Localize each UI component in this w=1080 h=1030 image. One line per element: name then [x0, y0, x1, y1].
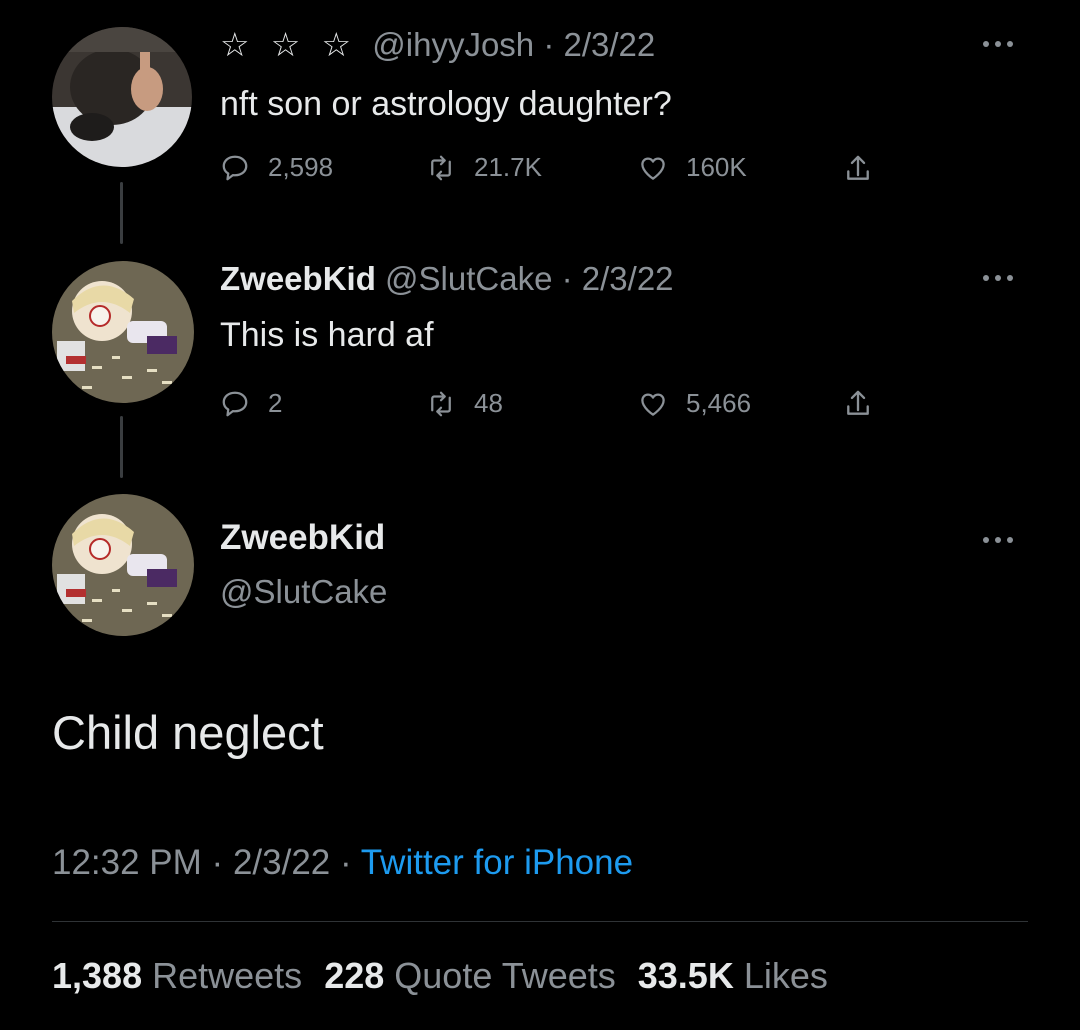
- handle[interactable]: @SlutCake: [385, 260, 552, 297]
- retweets-count: 1,388: [52, 955, 143, 996]
- like-button[interactable]: 160K: [638, 152, 747, 183]
- main-handle[interactable]: @SlutCake: [220, 573, 387, 611]
- retweets-stat[interactable]: 1,388 Retweets: [52, 955, 302, 996]
- avatar-ihyyjosh[interactable]: [52, 27, 192, 167]
- thread-connector: [120, 416, 123, 478]
- main-tweet-text: Child neglect: [52, 706, 324, 759]
- separator-dot: ·: [543, 26, 555, 63]
- retweet-icon: [431, 391, 451, 416]
- reply-count: 2,598: [268, 152, 334, 182]
- likes-stat[interactable]: 33.5K Likes: [638, 955, 828, 996]
- tweet-date[interactable]: 2/3/22: [564, 26, 656, 63]
- retweet-count: 21.7K: [474, 152, 542, 182]
- more-icon[interactable]: [978, 272, 1018, 284]
- divider: [52, 921, 1028, 922]
- avatar-photo: [52, 494, 194, 636]
- tweet-header: ZweebKid @SlutCake · 2/3/22: [220, 259, 674, 299]
- avatar-zweebkid[interactable]: [52, 261, 194, 403]
- tweet-date[interactable]: 2/3/22: [582, 260, 674, 297]
- tweet-header: ☆ ☆ ☆ @ihyyJosh · 2/3/22: [220, 25, 655, 65]
- display-name[interactable]: ZweebKid: [220, 260, 376, 297]
- tweet-text: This is hard af: [220, 316, 434, 354]
- avatar-photo: [52, 261, 194, 403]
- separator-dot: ·: [211, 843, 224, 882]
- separator-dot: ·: [339, 843, 352, 882]
- tweet-date[interactable]: 2/3/22: [233, 843, 330, 882]
- tweet-source-link[interactable]: Twitter for iPhone: [361, 843, 633, 882]
- retweet-icon: [431, 155, 451, 180]
- heart-icon: [641, 393, 665, 416]
- reply-icon: [222, 155, 248, 180]
- quote-tweets-count: 228: [324, 955, 385, 996]
- reply-icon: [222, 391, 248, 416]
- thread-connector: [120, 182, 123, 244]
- quote-tweets-label: Quote Tweets: [394, 955, 616, 996]
- share-icon[interactable]: [843, 152, 873, 186]
- like-count: 160K: [686, 152, 747, 182]
- retweet-count: 48: [474, 388, 503, 418]
- reply-button[interactable]: 2,598: [220, 152, 333, 183]
- likes-count: 33.5K: [637, 955, 734, 996]
- heart-icon: [641, 157, 665, 180]
- reply-count: 2: [268, 388, 283, 418]
- handle[interactable]: @ihyyJosh: [372, 26, 534, 63]
- main-display-name[interactable]: ZweebKid: [220, 518, 385, 558]
- retweet-button[interactable]: 21.7K: [426, 152, 542, 183]
- separator-dot: ·: [561, 260, 573, 297]
- more-icon[interactable]: [978, 38, 1018, 50]
- tweet-time[interactable]: 12:32 PM: [52, 843, 202, 882]
- reply-button[interactable]: 2: [220, 388, 282, 419]
- likes-label: Likes: [743, 955, 828, 996]
- engagement-stats: 1,388 Retweets 228 Quote Tweets 33.5K Like…: [52, 955, 828, 997]
- retweets-label: Retweets: [152, 955, 303, 996]
- tweet-text: nft son or astrology daughter?: [220, 85, 672, 123]
- avatar-photo: [52, 27, 192, 167]
- display-name-stars[interactable]: ☆ ☆ ☆: [220, 26, 357, 63]
- like-count: 5,466: [686, 388, 752, 418]
- tweet-meta: 12:32 PM · 2/3/22 · Twitter for iPhone: [52, 843, 633, 883]
- avatar-zweebkid-main[interactable]: [52, 494, 194, 636]
- more-icon[interactable]: [978, 534, 1018, 546]
- quote-tweets-stat[interactable]: 228 Quote Tweets: [324, 955, 616, 996]
- like-button[interactable]: 5,466: [638, 388, 751, 419]
- retweet-button[interactable]: 48: [426, 388, 503, 419]
- share-icon[interactable]: [843, 387, 873, 421]
